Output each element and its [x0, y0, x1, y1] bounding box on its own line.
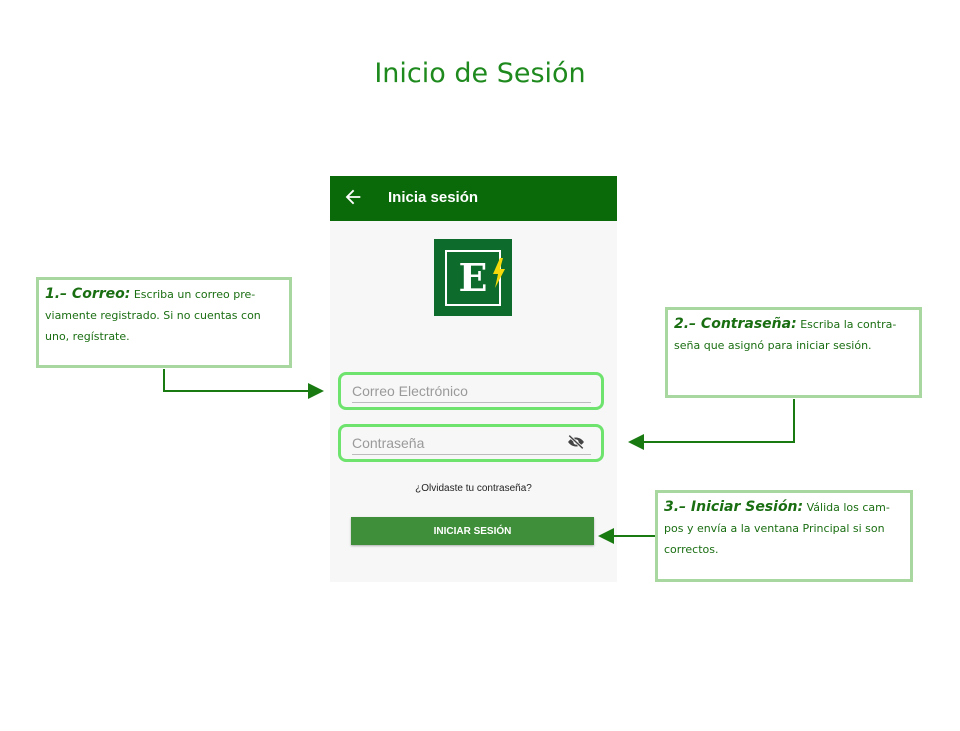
- logo-frame: E: [445, 250, 505, 306]
- password-field[interactable]: [338, 424, 604, 462]
- page-title: Inicio de Sesión: [374, 58, 586, 89]
- app-logo: E: [434, 239, 512, 316]
- visibility-off-icon[interactable]: [567, 434, 585, 450]
- arrow-to-email: [163, 369, 324, 399]
- arrow-to-password: [628, 399, 795, 450]
- callout-email-heading: 1.– Correo:: [45, 286, 131, 302]
- callout-login: 3.– Iniciar Sesión: Válida los cam-pos y…: [655, 490, 913, 582]
- forgot-password-link[interactable]: ¿Olvidaste tu contraseña?: [330, 483, 617, 494]
- callout-password: 2.– Contraseña: Escriba la contra-seña q…: [665, 307, 922, 398]
- password-underline: [352, 454, 591, 455]
- callout-email: 1.– Correo: Escriba un correo pre-viamen…: [36, 277, 292, 368]
- email-underline: [352, 402, 591, 403]
- bolt-icon: [493, 258, 505, 288]
- arrow-back-icon[interactable]: [342, 186, 364, 208]
- phone-screen: Inicia sesión E ¿Olvidaste tu contraseña…: [330, 176, 617, 582]
- callout-login-heading: 3.– Iniciar Sesión:: [664, 499, 804, 515]
- app-bar-title: Inicia sesión: [388, 189, 479, 206]
- email-field[interactable]: [338, 372, 604, 410]
- password-input[interactable]: [352, 432, 582, 454]
- login-button[interactable]: INICIAR SESIÓN: [351, 517, 594, 545]
- callout-password-heading: 2.– Contraseña:: [674, 316, 797, 332]
- email-input[interactable]: [352, 380, 582, 402]
- app-bar: Inicia sesión: [330, 176, 617, 221]
